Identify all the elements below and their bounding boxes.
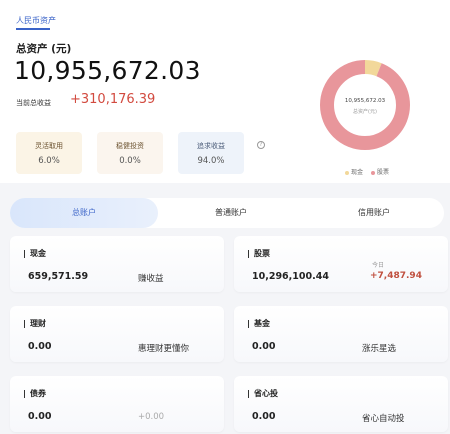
card-title: 基金	[248, 320, 270, 328]
total-profit-label: 当前总收益	[16, 99, 51, 107]
legend-label: 股票	[377, 169, 390, 176]
card-title: 债券	[24, 390, 46, 398]
wealth-promo-link[interactable]: 惠理财更懂你	[138, 342, 189, 354]
tab-credit-account[interactable]: 信用账户	[304, 198, 444, 228]
total-profit-value: +310,176.39	[70, 92, 156, 107]
card-amount: 10,296,100.44	[252, 271, 329, 282]
legend-item-cash: 现金	[345, 167, 363, 176]
tab-normal-account[interactable]: 普通账户	[158, 198, 304, 228]
bond-profit-value: +0.00	[138, 412, 165, 422]
card-stock[interactable]: 股票 10,296,100.44 今日 +7,487.94	[234, 236, 448, 292]
allocation-value: 94.0%	[197, 156, 225, 166]
card-amount: 0.00	[28, 341, 52, 352]
card-title: 省心投	[248, 390, 278, 398]
allocation-label: 灵活取用	[35, 142, 63, 150]
account-tab-bar: 总账户 普通账户 信用账户	[10, 198, 444, 228]
legend-swatch-cash	[345, 170, 349, 175]
card-amount: 0.00	[28, 411, 52, 422]
card-auto-invest[interactable]: 省心投 0.00 省心自动投	[234, 376, 448, 432]
legend-label: 现金	[351, 169, 364, 176]
allocation-growth[interactable]: 追求收益 94.0%	[178, 132, 244, 174]
card-title: 现金	[24, 250, 46, 258]
legend-swatch-stock	[371, 170, 376, 175]
card-amount: 0.00	[252, 341, 276, 352]
asset-donut-chart	[320, 60, 410, 150]
info-icon[interactable]: ?	[257, 141, 265, 149]
today-label: 今日	[372, 262, 385, 269]
earn-yield-link[interactable]: 赚收益	[138, 272, 164, 284]
card-bond[interactable]: 债券 0.00 +0.00	[10, 376, 224, 432]
allocation-value: 6.0%	[38, 156, 60, 166]
today-profit-value: +7,487.94	[370, 271, 422, 281]
card-cash[interactable]: 现金 659,571.59 赚收益	[10, 236, 224, 292]
tab-rmb-assets[interactable]: 人民币资产	[16, 15, 56, 26]
donut-slice-stock	[320, 60, 410, 150]
donut-legend: 现金 股票	[345, 167, 389, 176]
allocation-label: 追求收益	[197, 142, 225, 150]
tab-total-account[interactable]: 总账户	[10, 198, 158, 228]
legend-item-stock: 股票	[371, 167, 389, 176]
auto-invest-link[interactable]: 省心自动投	[362, 412, 405, 424]
card-title: 股票	[248, 250, 270, 258]
asset-overview-card: 人民币资产 总资产 (元) 10,955,672.03 当前总收益 +310,1…	[0, 0, 450, 183]
total-assets-label: 总资产 (元)	[16, 43, 72, 55]
donut-center-value: 10,955,672.03	[344, 98, 386, 104]
card-fund[interactable]: 基金 0.00 涨乐星选	[234, 306, 448, 362]
allocation-label: 稳健投资	[116, 142, 144, 150]
donut-center-label: 总资产(元)	[353, 109, 377, 115]
allocation-steady[interactable]: 稳健投资 0.0%	[97, 132, 163, 174]
total-assets-value: 10,955,672.03	[14, 56, 201, 85]
card-amount: 0.00	[252, 411, 276, 422]
tab-underline	[16, 28, 50, 30]
card-title: 理财	[24, 320, 46, 328]
allocation-flexible[interactable]: 灵活取用 6.0%	[16, 132, 82, 174]
card-wealth[interactable]: 理财 0.00 惠理财更懂你	[10, 306, 224, 362]
card-amount: 659,571.59	[28, 271, 89, 282]
allocation-value: 0.0%	[119, 156, 141, 166]
fund-promo-link[interactable]: 涨乐星选	[362, 342, 396, 354]
